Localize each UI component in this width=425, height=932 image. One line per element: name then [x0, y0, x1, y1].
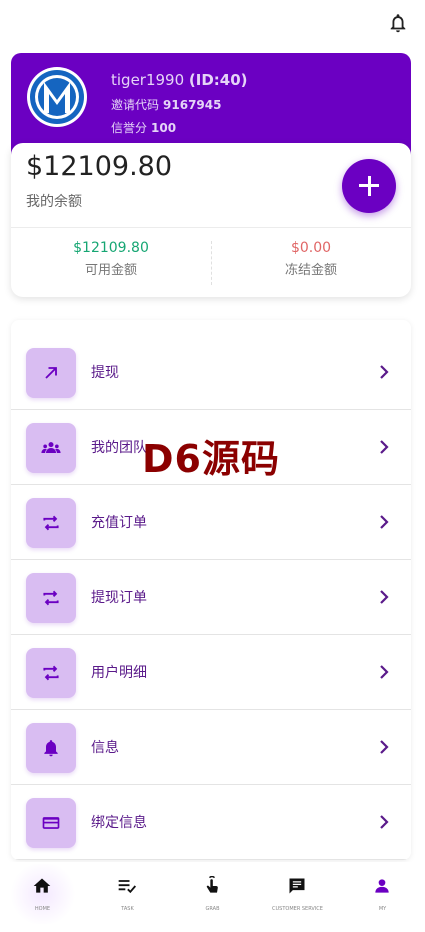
- menu-list: 提现 我的团队 充值订单 提现订单 用户明细 信息 绑定信息: [11, 320, 411, 860]
- menu-item-label: 我的团队: [91, 440, 147, 456]
- task-icon: [118, 880, 137, 894]
- bottom-nav: HOME TASK GRAB CUSTOMER SERVICE MY: [0, 862, 425, 932]
- nav-grab[interactable]: GRAB: [170, 862, 255, 932]
- user-id: (ID:40): [188, 71, 248, 89]
- username: tiger1990 (ID:40): [111, 71, 248, 89]
- swap-icon-box: [26, 648, 76, 698]
- group-icon-box: [26, 423, 76, 473]
- card-icon-box: [26, 798, 76, 848]
- frozen-amount: $0.00: [290, 240, 332, 256]
- menu-item-bind-info[interactable]: 绑定信息: [11, 785, 411, 860]
- nav-label: MY: [378, 906, 387, 912]
- chevron-right-icon: [380, 515, 389, 529]
- nav-label: GRAB: [205, 906, 220, 912]
- menu-item-label: 信息: [91, 740, 119, 756]
- chevron-right-icon: [380, 365, 389, 379]
- chat-icon: [289, 878, 305, 894]
- chevron-right-icon: [380, 665, 389, 679]
- avatar-logo-icon: [30, 70, 84, 124]
- invite-label: 邀请代码: [111, 98, 160, 112]
- nav-label: TASK: [121, 906, 134, 912]
- swap-icon-box: [26, 573, 76, 623]
- nav-label: HOME: [34, 906, 51, 912]
- credit-score-row: 信誉分 100: [111, 119, 176, 136]
- menu-item-label: 充值订单: [91, 515, 147, 531]
- credit-value: 100: [151, 121, 177, 135]
- nav-customer-service[interactable]: CUSTOMER SERVICE: [255, 862, 340, 932]
- watermark: D6源码: [142, 437, 280, 481]
- nav-my[interactable]: MY: [340, 862, 425, 932]
- balance-label: 我的余额: [26, 194, 82, 210]
- divider: [11, 227, 411, 228]
- username-text: tiger1990: [111, 71, 185, 89]
- nav-task[interactable]: TASK: [85, 862, 170, 932]
- bell-icon-box: [26, 723, 76, 773]
- menu-item-label: 提现: [91, 365, 119, 381]
- chevron-right-icon: [380, 815, 389, 829]
- add-funds-button[interactable]: [342, 159, 396, 213]
- person-icon: [375, 879, 389, 893]
- frozen-label: 冻结金额: [284, 263, 337, 278]
- swap-icon: [43, 515, 59, 531]
- invite-code-row: 邀请代码 9167945: [111, 96, 221, 113]
- avatar: [27, 67, 87, 127]
- arrow-up-right-icon-box: [26, 348, 76, 398]
- chevron-right-icon: [380, 590, 389, 604]
- menu-item-label: 用户明细: [91, 665, 147, 681]
- chevron-right-icon: [380, 740, 389, 754]
- menu-item-label: 绑定信息: [91, 815, 147, 831]
- balance-card: $12109.80 我的余额 $12109.80 可用金额 $0.00 冻结金额: [11, 143, 411, 297]
- available-label: 可用金额: [84, 263, 137, 278]
- home-icon: [33, 878, 51, 893]
- nav-home[interactable]: HOME: [0, 862, 85, 932]
- chevron-right-icon: [380, 440, 389, 454]
- top-bar: [0, 0, 425, 48]
- grab-icon: [206, 876, 218, 893]
- nav-label: CUSTOMER SERVICE: [272, 906, 323, 912]
- swap-icon-box: [26, 498, 76, 548]
- menu-item-recharge-orders[interactable]: 充值订单: [11, 485, 411, 560]
- bell-icon[interactable]: [387, 12, 409, 34]
- arrow-up-right-icon: [45, 367, 57, 379]
- menu-item-user-details[interactable]: 用户明细: [11, 635, 411, 710]
- frozen-balance: $0.00 冻结金额: [211, 240, 411, 278]
- available-amount: $12109.80: [73, 240, 149, 256]
- balance-amount: $12109.80: [26, 151, 173, 182]
- swap-icon: [43, 665, 59, 681]
- credit-label: 信誉分: [111, 121, 148, 135]
- invite-code: 9167945: [163, 98, 222, 112]
- menu-item-withdraw[interactable]: 提现: [11, 335, 411, 410]
- page: tiger1990 (ID:40) 邀请代码 9167945 信誉分 100 $12…: [0, 0, 425, 932]
- menu-item-label: 提现订单: [91, 590, 147, 606]
- menu-item-messages[interactable]: 信息: [11, 710, 411, 785]
- available-balance: $12109.80 可用金额: [11, 240, 211, 278]
- group-icon: [41, 442, 61, 453]
- card-icon: [42, 817, 60, 829]
- menu-item-withdraw-orders[interactable]: 提现订单: [11, 560, 411, 635]
- swap-icon: [43, 590, 59, 606]
- bell-icon: [44, 740, 58, 757]
